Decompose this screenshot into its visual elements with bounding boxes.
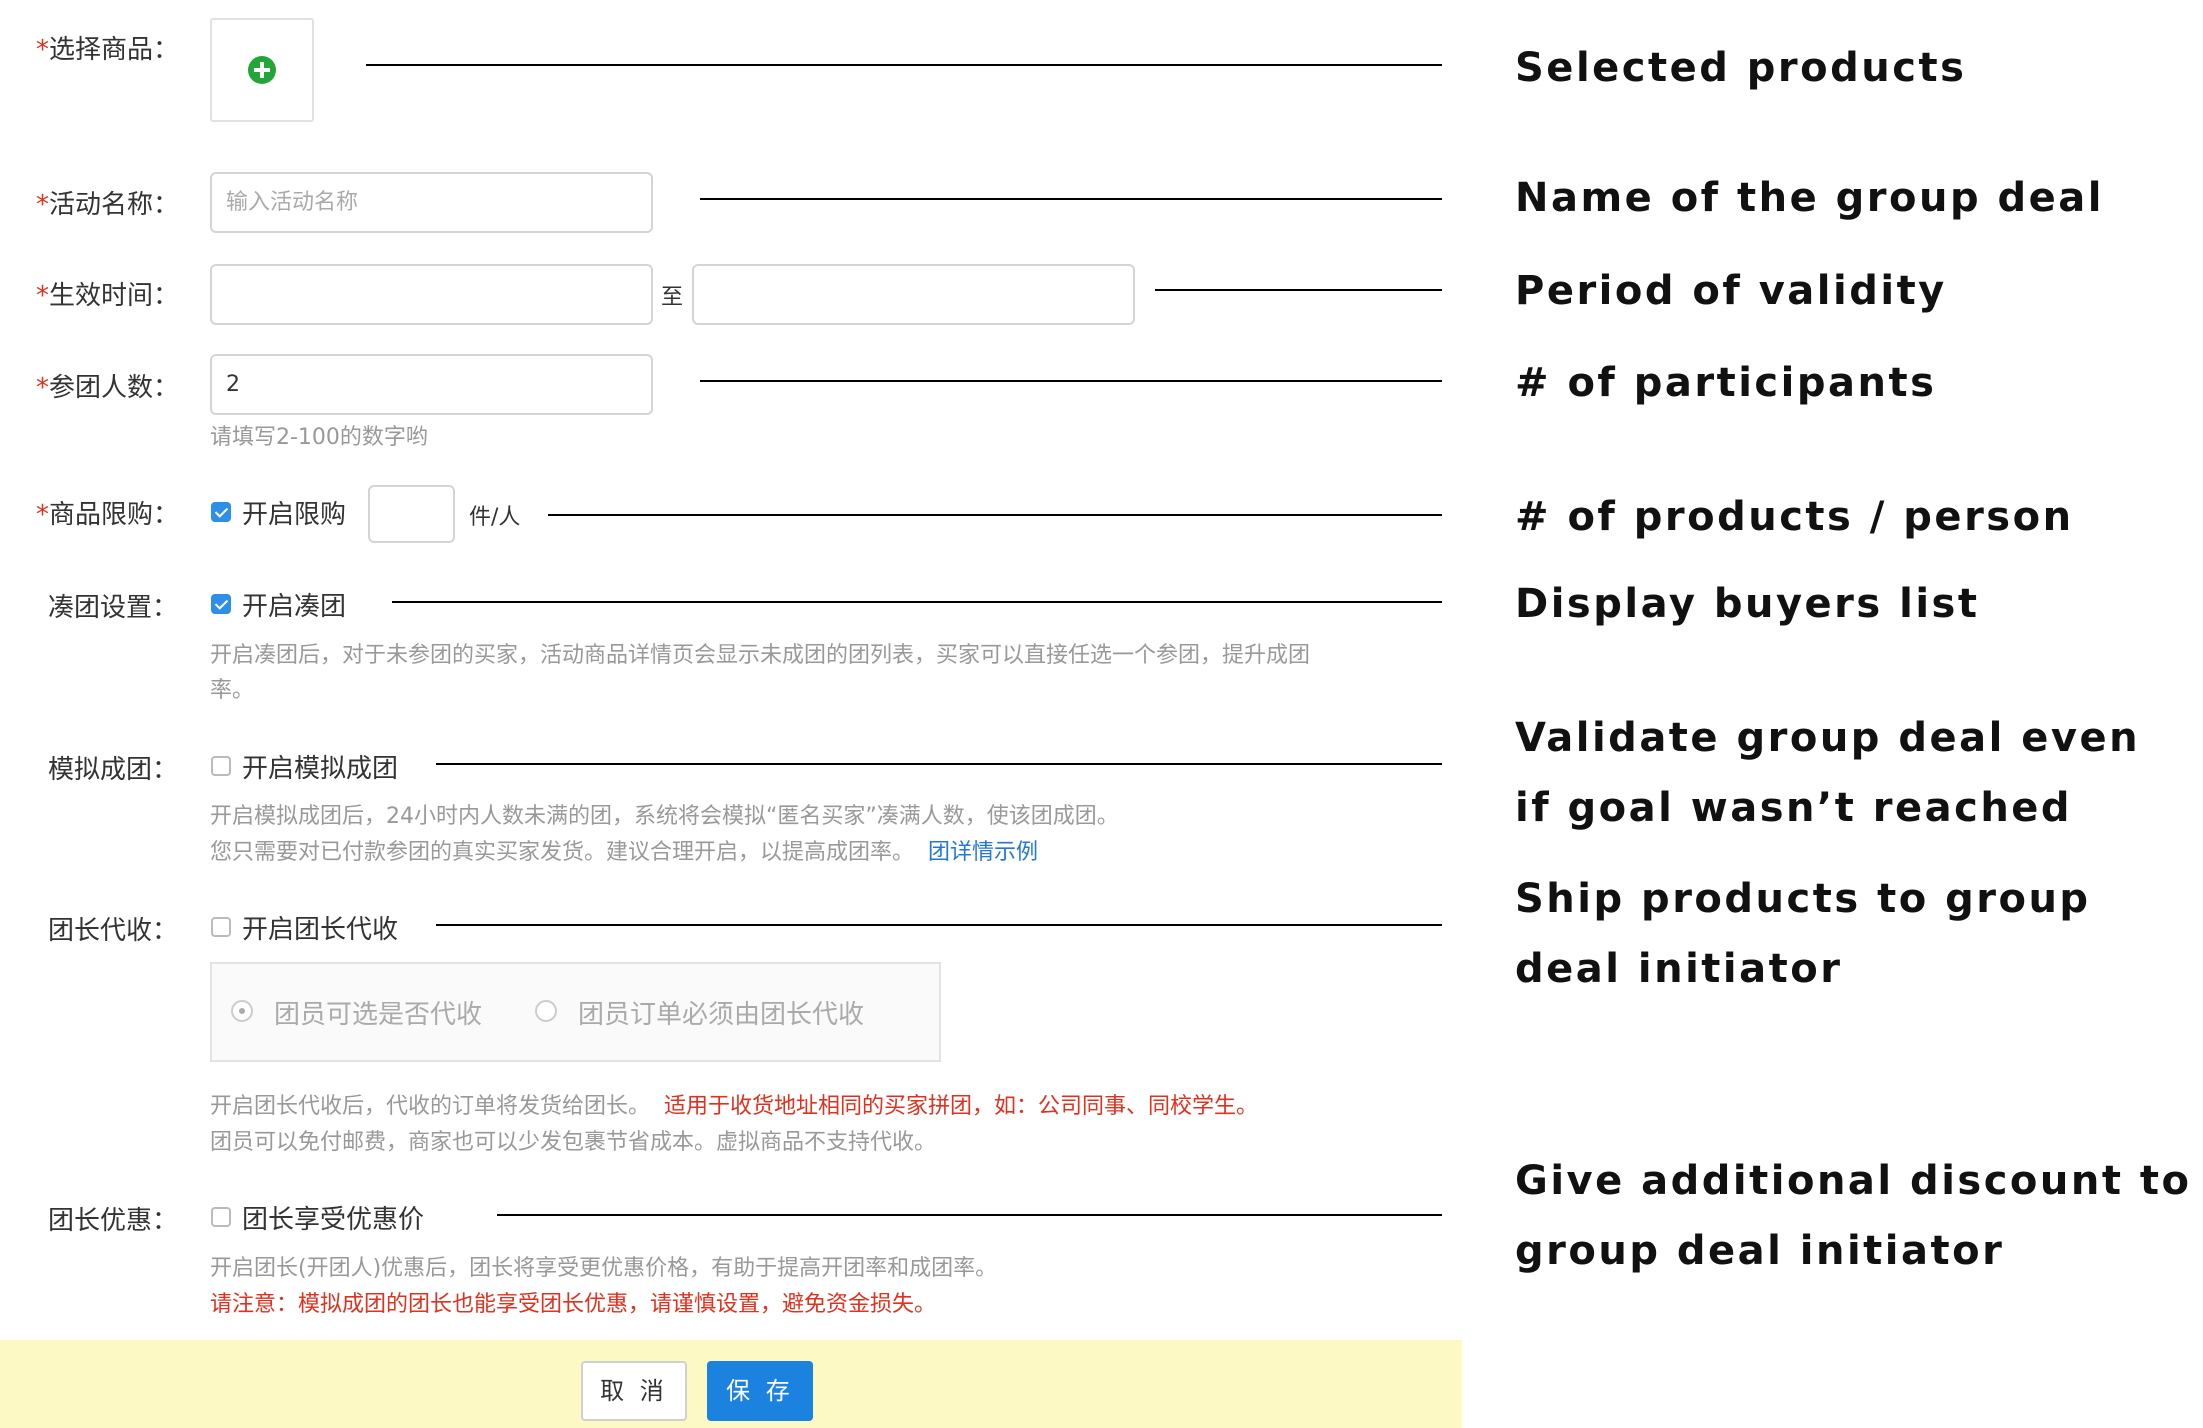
connector-line — [548, 514, 1442, 516]
annotation-selected-products: Selected products — [1515, 45, 1967, 91]
option-optional-radio[interactable] — [231, 1000, 253, 1022]
add-circle-icon — [248, 56, 276, 84]
cancel-button[interactable]: 取 消 — [581, 1361, 687, 1421]
limit-unit: 件/人 — [469, 505, 521, 530]
collect-checkbox[interactable] — [211, 917, 231, 937]
simulate-hint-1: 开启模拟成团后，24小时内人数未满的团，系统将会模拟“匿名买家”凑满人数，使该团… — [210, 804, 1119, 829]
annotation-discount-2: group deal initiator — [1515, 1228, 2005, 1274]
option-required-label: 团员订单必须由团长代收 — [578, 1000, 865, 1030]
discount-label: 团长优惠： — [48, 1206, 179, 1236]
participants-input[interactable] — [210, 354, 653, 415]
annotation-buyers-list: Display buyers list — [1515, 581, 1980, 627]
simulate-checkbox-label: 开启模拟成团 — [242, 754, 399, 784]
annotation-validate-2: if goal wasn’t reached — [1515, 785, 2073, 831]
product-label: *选择商品： — [36, 35, 180, 65]
simulate-checkbox[interactable] — [211, 756, 231, 776]
add-product-button[interactable] — [210, 18, 314, 122]
gather-checkbox[interactable] — [211, 594, 231, 614]
connector-line — [700, 198, 1442, 200]
gather-label: 凑团设置： — [48, 593, 179, 623]
save-button[interactable]: 保 存 — [707, 1361, 813, 1421]
name-label: *活动名称： — [36, 190, 180, 220]
simulate-label: 模拟成团： — [48, 755, 179, 785]
limit-checkbox-label: 开启限购 — [242, 500, 347, 530]
collect-hint-1: 开启团长代收后，代收的订单将发货给团长。 适用于收货地址相同的买家拼团，如：公司… — [210, 1094, 1259, 1119]
period-label: *生效时间： — [36, 281, 180, 311]
limit-quantity-input[interactable] — [368, 485, 455, 543]
connector-line — [366, 64, 1442, 66]
annotation-ship-2: deal initiator — [1515, 946, 1843, 992]
activity-name-input[interactable] — [210, 172, 653, 233]
footer-bar: 取 消 保 存 — [0, 1340, 1462, 1428]
example-link[interactable]: 团详情示例 — [928, 840, 1038, 865]
participants-hint: 请填写2-100的数字哟 — [210, 425, 428, 450]
annotation-period: Period of validity — [1515, 268, 1947, 314]
connector-line — [436, 924, 1442, 926]
collect-options-panel: 团员可选是否代收 团员订单必须由团长代收 — [210, 962, 941, 1062]
limit-label: *商品限购： — [36, 500, 180, 530]
start-time-input[interactable] — [210, 264, 653, 325]
option-optional-label: 团员可选是否代收 — [274, 1000, 483, 1030]
limit-checkbox[interactable] — [211, 502, 231, 522]
connector-line — [497, 1214, 1442, 1216]
discount-checkbox-label: 团长享受优惠价 — [242, 1205, 425, 1235]
annotation-validate-1: Validate group deal even — [1515, 715, 2141, 761]
discount-checkbox[interactable] — [211, 1207, 231, 1227]
option-required-radio[interactable] — [535, 1000, 557, 1022]
participants-label: *参团人数： — [36, 373, 180, 403]
collect-hint-2: 团员可以免付邮费，商家也可以少发包裹节省成本。虚拟商品不支持代收。 — [210, 1130, 937, 1155]
connector-line — [392, 601, 1442, 603]
annotation-discount-1: Give additional discount to — [1515, 1158, 2192, 1204]
gather-hint-2: 率。 — [210, 678, 255, 703]
annotation-ship-1: Ship products to group — [1515, 876, 2091, 922]
annotation-participants: # of participants — [1515, 360, 1937, 406]
connector-line — [1155, 289, 1442, 291]
connector-line — [436, 763, 1442, 765]
collect-label: 团长代收： — [48, 916, 179, 946]
discount-hint-2: 请注意：模拟成团的团长也能享受团长优惠，请谨慎设置，避免资金损失。 — [210, 1292, 937, 1317]
end-time-input[interactable] — [692, 264, 1135, 325]
connector-line — [700, 380, 1442, 382]
annotation-products-per-person: # of products / person — [1515, 494, 2074, 540]
annotation-name: Name of the group deal — [1515, 175, 2105, 221]
gather-checkbox-label: 开启凑团 — [242, 592, 347, 622]
period-separator: 至 — [661, 285, 684, 310]
simulate-hint-2: 您只需要对已付款参团的真实买家发货。建议合理开启，以提高成团率。 团详情示例 — [210, 840, 1039, 865]
gather-hint-1: 开启凑团后，对于未参团的买家，活动商品详情页会显示未成团的团列表，买家可以直接任… — [210, 643, 1311, 668]
collect-checkbox-label: 开启团长代收 — [242, 915, 399, 945]
discount-hint-1: 开启团长(开团人)优惠后，团长将享受更优惠价格，有助于提高开团率和成团率。 — [210, 1256, 998, 1281]
